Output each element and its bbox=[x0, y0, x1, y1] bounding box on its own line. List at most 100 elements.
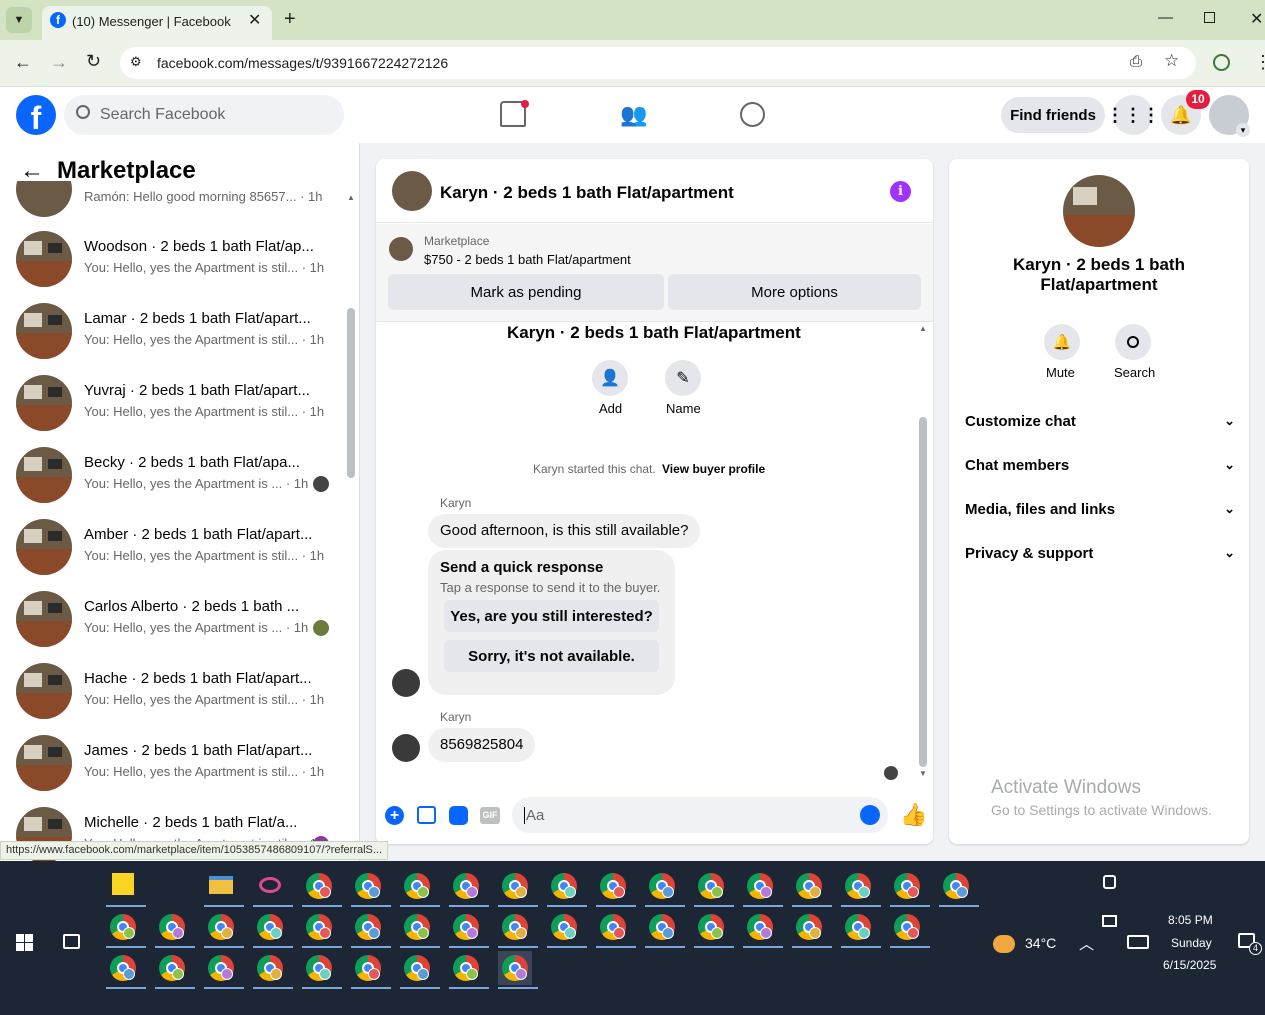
chrome-icon[interactable] bbox=[400, 910, 440, 948]
chat-header-avatar[interactable] bbox=[392, 171, 432, 211]
chrome-icon[interactable] bbox=[253, 951, 293, 989]
menu-grid-button[interactable]: ⋮⋮⋮ bbox=[1106, 95, 1160, 135]
chrome-icon[interactable] bbox=[449, 910, 489, 948]
chrome-icon[interactable] bbox=[155, 910, 195, 948]
list-item[interactable]: James · 2 beds 1 bath Flat/apart... You: … bbox=[0, 727, 345, 799]
chrome-icon[interactable] bbox=[841, 910, 881, 948]
new-tab-icon[interactable]: + bbox=[284, 8, 296, 31]
tray-overflow-chevron-icon[interactable]: ︿ bbox=[1079, 933, 1094, 954]
url-omnibox[interactable]: ⚙ facebook.com/messages/t/93916672242721… bbox=[120, 47, 1196, 79]
chrome-icon[interactable] bbox=[743, 869, 783, 907]
tab-messenger[interactable]: f (10) Messenger | Facebook ✕ bbox=[42, 6, 272, 40]
task-view-icon[interactable] bbox=[63, 934, 80, 949]
chat-members-section[interactable]: Chat members ⌄ bbox=[965, 457, 1235, 474]
chrome-icon[interactable] bbox=[498, 951, 538, 989]
chrome-icon[interactable] bbox=[743, 910, 783, 948]
chrome-icon[interactable] bbox=[106, 910, 146, 948]
chrome-icon[interactable] bbox=[890, 869, 930, 907]
chrome-icon[interactable] bbox=[400, 869, 440, 907]
chrome-icon[interactable] bbox=[645, 910, 685, 948]
chrome-icon[interactable] bbox=[253, 910, 293, 948]
mute-button[interactable]: 🔔 bbox=[1044, 324, 1080, 360]
message-input[interactable]: Aa bbox=[512, 797, 888, 833]
add-people-button[interactable]: 👤 bbox=[592, 360, 628, 396]
emoji-icon[interactable] bbox=[860, 805, 880, 825]
friends-nav-icon[interactable]: 👥 bbox=[620, 102, 647, 128]
restore-icon[interactable] bbox=[1204, 12, 1215, 23]
scroll-up-icon[interactable]: ▲ bbox=[347, 193, 355, 202]
scroll-down-icon[interactable]: ▼ bbox=[919, 769, 927, 778]
start-icon[interactable] bbox=[16, 934, 33, 951]
chrome-icon[interactable] bbox=[596, 910, 636, 948]
list-item[interactable]: Amber · 2 beds 1 bath Flat/apart... You: … bbox=[0, 511, 345, 583]
snipping-tool-icon[interactable] bbox=[253, 869, 293, 907]
chrome-icon[interactable] bbox=[547, 910, 587, 948]
quick-reply-not-available-button[interactable]: Sorry, it's not available. bbox=[444, 640, 659, 672]
edit-name-button[interactable]: ✎ bbox=[665, 360, 701, 396]
listing-price[interactable]: $750 - 2 beds 1 bath Flat/apartment bbox=[424, 252, 631, 267]
view-buyer-profile-link[interactable]: View buyer profile bbox=[662, 462, 765, 476]
account-chevron-icon[interactable]: ▾ bbox=[1236, 123, 1250, 137]
chrome-icon[interactable] bbox=[351, 869, 391, 907]
mark-as-pending-button[interactable]: Mark as pending bbox=[388, 274, 664, 310]
quick-reply-interested-button[interactable]: Yes, are you still interested? bbox=[444, 600, 659, 632]
chrome-icon[interactable] bbox=[792, 910, 832, 948]
media-files-links-section[interactable]: Media, files and links ⌄ bbox=[965, 501, 1235, 518]
gif-icon[interactable]: GIF bbox=[480, 807, 500, 824]
chrome-icon[interactable] bbox=[939, 869, 979, 907]
find-friends-button[interactable]: Find friends bbox=[1001, 97, 1105, 133]
clock-time[interactable]: 8:05 PM bbox=[1168, 913, 1213, 927]
chrome-icon[interactable] bbox=[449, 869, 489, 907]
minimize-icon[interactable]: — bbox=[1158, 9, 1173, 26]
chrome-icon[interactable] bbox=[694, 910, 734, 948]
close-window-icon[interactable]: ✕ bbox=[1250, 9, 1263, 29]
facebook-logo-icon[interactable]: f bbox=[16, 95, 56, 135]
sender-avatar[interactable] bbox=[392, 734, 420, 762]
chat-avatar[interactable] bbox=[1063, 175, 1135, 247]
chrome-icon[interactable] bbox=[204, 910, 244, 948]
info-icon[interactable]: i bbox=[890, 181, 911, 202]
more-options-button[interactable]: More options bbox=[668, 274, 921, 310]
clock-date[interactable]: 6/15/2025 bbox=[1163, 958, 1216, 972]
meet-now-icon[interactable] bbox=[1103, 875, 1116, 889]
chrome-icon[interactable] bbox=[155, 951, 195, 989]
privacy-support-section[interactable]: Privacy & support ⌄ bbox=[965, 545, 1235, 562]
list-scrollbar[interactable] bbox=[347, 308, 355, 478]
chrome-icon[interactable] bbox=[890, 910, 930, 948]
message-bubble[interactable]: 8569825804 bbox=[428, 728, 536, 762]
photo-icon[interactable] bbox=[417, 806, 436, 824]
groups-nav-icon[interactable] bbox=[740, 102, 765, 127]
profile-icon[interactable] bbox=[1213, 54, 1230, 71]
list-item[interactable]: Ramón: Hello good morning 85657... · 1h bbox=[0, 181, 345, 217]
chrome-icon[interactable] bbox=[302, 951, 342, 989]
reload-icon[interactable]: ↻ bbox=[86, 51, 101, 72]
customize-chat-section[interactable]: Customize chat ⌄ bbox=[965, 413, 1235, 430]
install-app-icon[interactable]: ⎙ bbox=[1130, 53, 1142, 70]
message-bubble[interactable]: Good afternoon, is this still available? bbox=[428, 514, 701, 548]
scroll-up-icon[interactable]: ▲ bbox=[919, 324, 927, 333]
search-facebook-input[interactable]: Search Facebook bbox=[64, 95, 344, 135]
messages-scrollbar[interactable] bbox=[919, 417, 927, 767]
sender-avatar[interactable] bbox=[392, 669, 420, 697]
clock-day[interactable]: Sunday bbox=[1171, 936, 1212, 950]
weather-icon[interactable] bbox=[993, 935, 1015, 953]
chrome-icon[interactable] bbox=[596, 869, 636, 907]
tab-close-icon[interactable]: ✕ bbox=[248, 10, 261, 30]
chrome-icon[interactable] bbox=[645, 869, 685, 907]
chrome-icon[interactable] bbox=[498, 910, 538, 948]
sticker-icon[interactable] bbox=[449, 806, 468, 825]
plus-circle-icon[interactable]: + bbox=[385, 806, 404, 825]
chrome-icon[interactable] bbox=[400, 951, 440, 989]
chrome-icon[interactable] bbox=[204, 951, 244, 989]
list-item[interactable]: Yuvraj · 2 beds 1 bath Flat/apart... You:… bbox=[0, 367, 345, 439]
network-icon[interactable] bbox=[1102, 915, 1117, 927]
chrome-icon[interactable] bbox=[449, 951, 489, 989]
thumbs-up-icon[interactable]: 👍 bbox=[900, 802, 927, 828]
temperature[interactable]: 34°C bbox=[1025, 935, 1056, 951]
bookmark-star-icon[interactable]: ☆ bbox=[1164, 51, 1179, 71]
list-item[interactable]: Becky · 2 beds 1 bath Flat/apa... You: He… bbox=[0, 439, 345, 511]
list-item[interactable]: Hache · 2 beds 1 bath Flat/apart... You: … bbox=[0, 655, 345, 727]
search-in-chat-button[interactable] bbox=[1115, 324, 1151, 360]
list-item[interactable]: Woodson · 2 beds 1 bath Flat/ap... You: H… bbox=[0, 223, 345, 295]
chrome-icon[interactable] bbox=[792, 869, 832, 907]
